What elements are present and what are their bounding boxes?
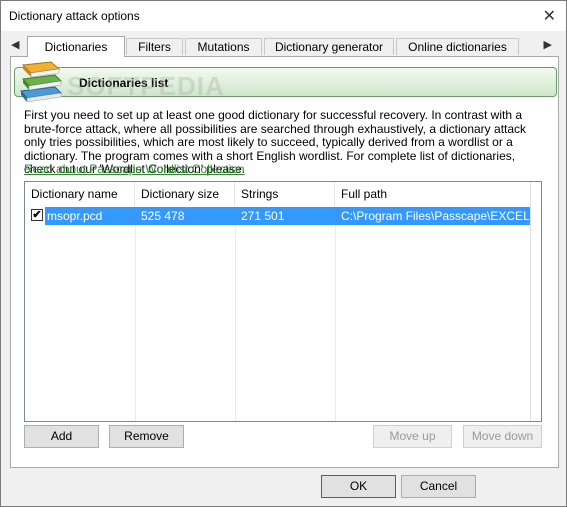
tab-scroll-left-icon[interactable]: ◀ — [11, 38, 19, 51]
list-header: Dictionary name Dictionary size Strings … — [25, 182, 525, 206]
cell-full-path: C:\Program Files\Passcape\EXCELPR... — [341, 209, 533, 223]
column-header-strings[interactable]: Strings — [235, 182, 335, 206]
window-title: Dictionary attack options — [9, 9, 140, 23]
column-divider — [235, 206, 236, 421]
column-divider — [335, 206, 336, 421]
ok-button[interactable]: OK — [321, 475, 396, 498]
title-bar: Dictionary attack options ✕ — [1, 1, 566, 31]
dialog-window: Dictionary attack options ✕ ◀ ▶ Dictiona… — [0, 0, 567, 507]
row-checkbox[interactable]: ✔ — [31, 209, 43, 221]
column-header-dictionary-name[interactable]: Dictionary name — [25, 182, 135, 206]
cancel-button[interactable]: Cancel — [401, 475, 476, 498]
wordlist-collection-link[interactable]: Read about Passcape Wordlist Collection — [24, 162, 245, 176]
add-button[interactable]: Add — [24, 425, 99, 448]
remove-button[interactable]: Remove — [109, 425, 184, 448]
softpedia-watermark: SOFTPEDIA — [67, 71, 225, 101]
vertical-scrollbar[interactable] — [530, 182, 541, 421]
tab-filters[interactable]: Filters — [126, 38, 183, 55]
cell-dictionary-name: msopr.pcd — [47, 209, 103, 223]
column-header-full-path[interactable]: Full path — [335, 182, 533, 206]
tab-dictionaries[interactable]: Dictionaries — [27, 36, 125, 57]
cell-strings: 271 501 — [241, 209, 285, 223]
tab-dictionary-generator[interactable]: Dictionary generator — [264, 38, 394, 55]
close-icon[interactable]: ✕ — [543, 6, 556, 26]
book-bottom-icon — [20, 86, 63, 103]
table-row[interactable]: ✔ msopr.pcd 525 478 271 501 C:\Program F… — [25, 207, 533, 225]
tab-panel-dictionaries: Dictionaries list First you need to set … — [10, 56, 559, 468]
tab-online-dictionaries[interactable]: Online dictionaries — [396, 38, 519, 55]
tab-scroll-right-icon[interactable]: ▶ — [544, 38, 552, 51]
move-down-button[interactable]: Move down — [463, 425, 542, 448]
tab-mutations[interactable]: Mutations — [185, 38, 262, 55]
books-icon — [20, 61, 63, 103]
column-header-dictionary-size[interactable]: Dictionary size — [135, 182, 235, 206]
column-divider — [135, 206, 136, 421]
move-up-button[interactable]: Move up — [373, 425, 452, 448]
dictionary-list[interactable]: Dictionary name Dictionary size Strings … — [24, 181, 542, 422]
cell-dictionary-size: 525 478 — [141, 209, 185, 223]
